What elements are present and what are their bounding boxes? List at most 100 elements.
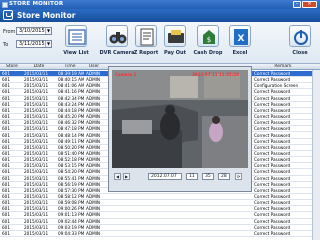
cell-date: 2015/03/11 [24, 175, 49, 181]
cell-remark: Correct Password [254, 77, 291, 83]
cell-store: 601 [2, 101, 10, 107]
cell-remark: Correct Password [254, 212, 291, 218]
cell-user: ADMIN [86, 200, 101, 206]
refresh-icon[interactable]: ⟳ [235, 173, 242, 180]
cell-time: 08:39:19 AM [58, 71, 84, 76]
store-logo-icon [3, 10, 13, 20]
cell-store: 601 [2, 194, 10, 199]
cell-time: 09:01:13 PM [58, 212, 84, 218]
power-icon [289, 25, 311, 47]
cell-time: 08:49:11 PM [58, 138, 84, 144]
cell-remark: Correct Password [254, 175, 291, 181]
cell-remark: Correct Password [254, 181, 291, 187]
cell-user: ADMIN [86, 126, 101, 132]
cell-user: ADMIN [86, 157, 101, 163]
column-header-store[interactable]: Store [2, 64, 22, 70]
cell-user: ADMIN [86, 218, 101, 224]
cell-date: 2015/03/11 [24, 163, 49, 169]
cell-user: ADMIN [86, 224, 101, 230]
cell-store: 601 [2, 95, 10, 101]
binoculars-icon [106, 25, 128, 47]
cell-remark: Correct Password [254, 126, 291, 132]
camera-timestamp: 2012-07-11 11:35:28 [192, 72, 239, 77]
cell-remark: Correct Password [254, 169, 291, 175]
cell-time: 08:52:18 PM [58, 157, 84, 163]
cell-store: 601 [2, 120, 10, 126]
cell-user: ADMIN [86, 169, 101, 175]
excel-label: Excel [232, 50, 248, 56]
chevron-down-icon[interactable]: ▼ [45, 28, 51, 34]
view-list-icon [65, 25, 87, 47]
cell-store: 601 [2, 163, 10, 169]
cell-remark: Correct Password [254, 218, 291, 224]
cell-time: 08:42:34 PM [58, 95, 84, 101]
cell-remark: Correct Password [254, 163, 291, 169]
playback-hour-field[interactable]: 11 [186, 173, 198, 180]
cell-date: 2015/03/11 [24, 95, 49, 101]
cell-time: 08:57:30 PM [58, 187, 84, 193]
cell-user: ADMIN [86, 77, 101, 83]
vertical-scrollbar[interactable] [312, 70, 320, 240]
svg-text:X: X [238, 34, 245, 44]
forward-button[interactable]: ▶ [123, 173, 130, 180]
cell-time: 08:40:15 AM [58, 77, 84, 83]
cell-time: 08:59:08 PM [58, 200, 84, 206]
pay-out-button[interactable]: Pay Out [161, 25, 189, 61]
excel-button[interactable]: X Excel [226, 25, 254, 61]
cell-remark: Correct Password [254, 107, 291, 113]
cell-remark: Correct Password [254, 230, 291, 236]
cell-date: 2015/03/11 [24, 138, 49, 144]
cell-store: 601 [2, 89, 10, 95]
minimize-icon[interactable]: – [293, 1, 301, 8]
cell-date: 2015/03/11 [24, 132, 49, 138]
playback-second-field[interactable]: 28 [218, 173, 230, 180]
table-row[interactable]: 601 2015/03/11 09:04:33 PM ADMIN Correct Pas… [0, 230, 320, 238]
playback-date-field[interactable]: 2012.07.07 [148, 173, 182, 180]
cell-user: ADMIN [86, 132, 101, 138]
from-date-field[interactable]: 3/10/2015 ▼ [16, 27, 52, 35]
chevron-down-icon[interactable]: ▼ [45, 41, 51, 47]
close-label: Close [292, 50, 308, 56]
cell-remark: Correct Password [254, 187, 291, 193]
close-window-icon[interactable]: ✕ [302, 1, 317, 8]
app-header: Store Monitor [0, 9, 320, 22]
cell-time: 08:54:20 PM [58, 169, 84, 175]
cell-time: 09:03:19 PM [58, 224, 84, 230]
cash-drop-button[interactable]: $ Cash Drop [194, 25, 222, 61]
cell-time: 08:44:18 PM [58, 107, 84, 113]
to-date-field[interactable]: 3/11/2015 ▼ [16, 40, 52, 48]
cell-date: 2015/03/11 [24, 107, 49, 113]
cell-store: 601 [2, 224, 10, 230]
cell-date: 2015/03/11 [24, 71, 49, 76]
rewind-button[interactable]: ◀ [114, 173, 121, 180]
column-header-time[interactable]: Time [58, 64, 82, 70]
cell-store: 601 [2, 206, 10, 212]
cell-date: 2015/03/11 [24, 169, 49, 175]
window-title: STORE MONITOR [9, 1, 64, 7]
cell-date: 2015/03/11 [24, 144, 49, 150]
column-header-user[interactable]: User [84, 64, 104, 70]
column-header-date[interactable]: Date [24, 64, 54, 70]
cell-store: 601 [2, 169, 10, 175]
cell-remark: Correct Password [254, 206, 291, 212]
cell-time: 08:51:40 PM [58, 150, 84, 156]
cell-time: 08:50:20 PM [58, 144, 84, 150]
cell-date: 2015/03/11 [24, 114, 49, 120]
cell-user: ADMIN [86, 181, 101, 187]
cell-date: 2015/03/11 [24, 194, 49, 199]
cell-date: 2015/03/11 [24, 83, 49, 89]
from-label: From [3, 29, 16, 35]
cell-time: 08:53:15 PM [58, 163, 84, 169]
camera-video-frame: Camera 1 2012-07-11 11:35:28 [112, 70, 248, 168]
dvr-camera-button[interactable]: DVR Camera [99, 25, 135, 61]
z-report-button[interactable]: Z Report [132, 25, 160, 61]
close-button[interactable]: Close [286, 25, 314, 61]
cell-time: 08:45:20 PM [58, 114, 84, 120]
column-header-remark[interactable]: Remark [254, 64, 312, 70]
cell-user: ADMIN [86, 187, 101, 193]
toolbar: From 3/10/2015 ▼ To 3/11/2015 ▼ View Lis… [0, 22, 320, 64]
view-list-button[interactable]: View List [62, 25, 90, 61]
playback-minute-field[interactable]: 35 [202, 173, 214, 180]
cell-user: ADMIN [86, 194, 101, 199]
cell-remark: Configuration Screen [254, 83, 299, 89]
